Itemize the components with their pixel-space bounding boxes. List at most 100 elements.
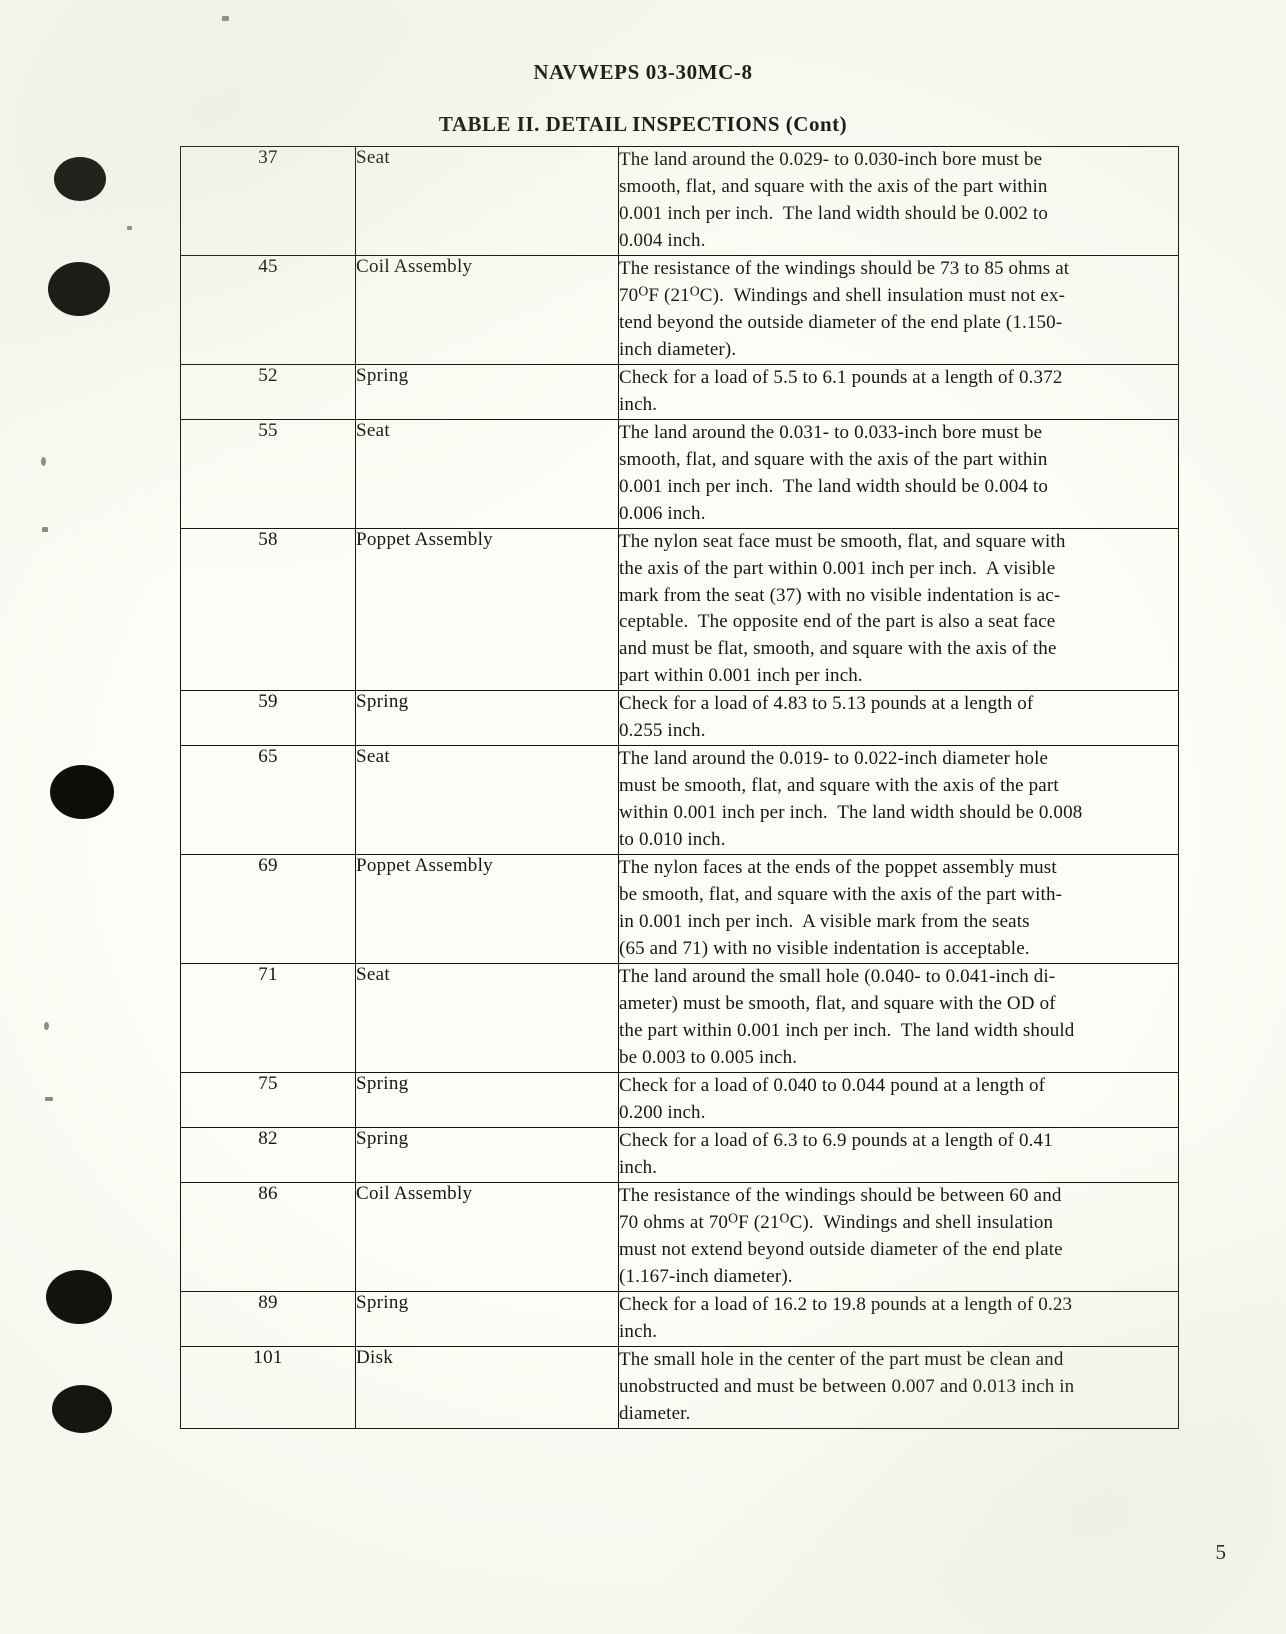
table-row: 45 Coil Assembly The resistance of the win… — [180, 254, 1179, 365]
index-number-cell: 75 — [180, 1071, 356, 1128]
description-text: The land around the small hole (0.040- t… — [619, 966, 1075, 1068]
description-text: The resistance of the windings should be… — [619, 1184, 1063, 1287]
table-row: 86 Coil Assembly The resistance of the win… — [180, 1181, 1179, 1292]
hole-punch-mark — [50, 765, 114, 819]
description-wrapper: Check for a load of 4.83 to 5.13 pounds … — [619, 691, 1179, 745]
inspection-description-cell: Check for a load of 16.2 to 19.8 pounds … — [618, 1290, 1179, 1347]
inspection-description-cell: Check for a load of 5.5 to 6.1 pounds at… — [618, 363, 1179, 420]
description-wrapper: Check for a load of 5.5 to 6.1 pounds at… — [619, 365, 1179, 419]
description-text: Check for a load of 6.3 to 6.9 pounds at… — [619, 1129, 1053, 1178]
description-text: The land around the 0.031- to 0.033-inch… — [619, 421, 1049, 524]
part-name-cell: Poppet Assembly — [355, 527, 619, 692]
index-number-cell: 89 — [180, 1290, 356, 1347]
index-number-cell: 82 — [180, 1126, 356, 1183]
description-wrapper: The small hole in the center of the part… — [619, 1347, 1179, 1428]
index-number-cell: 37 — [180, 146, 356, 256]
part-name-cell: Poppet Assembly — [355, 854, 619, 965]
scan-speck — [41, 457, 46, 466]
table-row: 58 Poppet Assembly The nylon seat face mus… — [180, 527, 1179, 692]
inspection-description-cell: The land around the 0.031- to 0.033-inch… — [618, 418, 1179, 529]
table-caption: TABLE II. DETAIL INSPECTIONS (Cont) — [438, 112, 848, 136]
description-wrapper: The land around the 0.029- to 0.030-inch… — [619, 147, 1179, 255]
table-row: 69 Poppet Assembly The nylon faces at the … — [180, 854, 1179, 965]
table-row: 55 Seat The land around the 0.031- to 0.03… — [180, 418, 1179, 529]
table-row: 89 Spring Check for a load of 16.2 to 19.8… — [180, 1290, 1179, 1347]
scan-speck — [45, 1097, 53, 1101]
description-text: Check for a load of 16.2 to 19.8 pounds … — [619, 1293, 1073, 1342]
page-number: 5 — [1215, 1540, 1227, 1564]
part-name-cell: Spring — [355, 1290, 619, 1347]
part-name-cell: Disk — [355, 1345, 619, 1429]
scanned-document-page: NAVWEPS 03-30MC-8 TABLE II. DETAIL INSPE… — [0, 0, 1286, 1634]
description-wrapper: The land around the small hole (0.040- t… — [619, 964, 1179, 1072]
index-number-cell: 69 — [180, 854, 356, 965]
description-wrapper: The nylon faces at the ends of the poppe… — [619, 855, 1179, 963]
scan-speck — [222, 16, 229, 21]
index-number-cell: 101 — [180, 1345, 356, 1429]
index-number-cell: 65 — [180, 745, 356, 856]
index-number-cell: 59 — [180, 690, 356, 747]
inspection-description-cell: The land around the small hole (0.040- t… — [618, 963, 1179, 1073]
part-name-cell: Spring — [355, 1071, 619, 1128]
table-row: 82 Spring Check for a load of 6.3 to 6.9 p… — [180, 1126, 1179, 1183]
inspection-description-cell: The small hole in the center of the part… — [618, 1345, 1179, 1429]
description-text: Check for a load of 4.83 to 5.13 pounds … — [619, 693, 1034, 742]
description-wrapper: The land around the 0.031- to 0.033-inch… — [619, 420, 1179, 528]
inspection-description-cell: The land around the 0.019- to 0.022-inch… — [618, 745, 1179, 856]
index-number-cell: 71 — [180, 963, 356, 1073]
index-number-cell: 55 — [180, 418, 356, 529]
part-name-cell: Coil Assembly — [355, 1181, 619, 1292]
detail-inspections-table: 37 Seat The land around the 0.029- to 0.03… — [180, 146, 1179, 1429]
inspection-description-cell: The nylon seat face must be smooth, flat… — [618, 527, 1179, 692]
inspection-description-cell: The nylon faces at the ends of the poppe… — [618, 854, 1179, 965]
part-name-cell: Seat — [355, 963, 619, 1073]
description-text: Check for a load of 0.040 to 0.044 pound… — [619, 1074, 1046, 1123]
part-name-cell: Seat — [355, 745, 619, 856]
part-name-cell: Spring — [355, 690, 619, 747]
inspection-description-cell: The resistance of the windings should be… — [618, 254, 1179, 365]
document-header: NAVWEPS 03-30MC-8 — [533, 60, 753, 84]
inspection-description-cell: Check for a load of 0.040 to 0.044 pound… — [618, 1071, 1179, 1128]
scan-speck — [42, 527, 48, 532]
inspection-description-cell: Check for a load of 4.83 to 5.13 pounds … — [618, 690, 1179, 747]
degree-symbol: O — [638, 283, 649, 299]
degree-symbol: O — [689, 283, 700, 299]
table-row: 71 Seat The land around the small hole (0.… — [180, 963, 1179, 1073]
index-number-cell: 52 — [180, 363, 356, 420]
part-name-cell: Seat — [355, 146, 619, 256]
description-text: The nylon seat face must be smooth, flat… — [619, 530, 1066, 687]
inspection-description-cell: The resistance of the windings should be… — [618, 1181, 1179, 1292]
table-row: 75 Spring Check for a load of 0.040 to 0.0… — [180, 1071, 1179, 1128]
hole-punch-mark — [52, 1385, 112, 1433]
table-row: 59 Spring Check for a load of 4.83 to 5.13… — [180, 690, 1179, 747]
degree-symbol: O — [779, 1210, 790, 1226]
description-text: The small hole in the center of the part… — [619, 1348, 1075, 1424]
description-wrapper: The nylon seat face must be smooth, flat… — [619, 529, 1179, 691]
description-text: The land around the 0.029- to 0.030-inch… — [619, 149, 1049, 251]
inspection-description-cell: Check for a load of 6.3 to 6.9 pounds at… — [618, 1126, 1179, 1183]
hole-punch-mark — [54, 157, 106, 201]
description-wrapper: Check for a load of 0.040 to 0.044 pound… — [619, 1073, 1179, 1127]
description-text: Check for a load of 5.5 to 6.1 pounds at… — [619, 366, 1063, 415]
degree-symbol: O — [728, 1210, 739, 1226]
description-wrapper: The resistance of the windings should be… — [619, 256, 1179, 364]
part-name-cell: Seat — [355, 418, 619, 529]
description-text: The nylon faces at the ends of the poppe… — [619, 857, 1063, 960]
description-text: The resistance of the windings should be… — [619, 257, 1070, 360]
description-wrapper: The land around the 0.019- to 0.022-inch… — [619, 746, 1179, 854]
hole-punch-mark — [48, 262, 110, 316]
part-name-cell: Spring — [355, 363, 619, 420]
index-number-cell: 86 — [180, 1181, 356, 1292]
table-row: 101 Disk The small hole in the center of t… — [180, 1345, 1179, 1429]
description-wrapper: Check for a load of 16.2 to 19.8 pounds … — [619, 1292, 1179, 1346]
index-number-cell: 45 — [180, 254, 356, 365]
scan-speck — [44, 1022, 49, 1030]
table-row: 37 Seat The land around the 0.029- to 0.03… — [180, 146, 1179, 256]
table-body: 37 Seat The land around the 0.029- to 0.03… — [180, 146, 1179, 1429]
inspection-description-cell: The land around the 0.029- to 0.030-inch… — [618, 146, 1179, 256]
index-number-cell: 58 — [180, 527, 356, 692]
description-text: The land around the 0.019- to 0.022-inch… — [619, 748, 1083, 851]
hole-punch-mark — [46, 1270, 112, 1324]
scan-speck — [127, 226, 132, 230]
description-wrapper: The resistance of the windings should be… — [619, 1183, 1179, 1291]
